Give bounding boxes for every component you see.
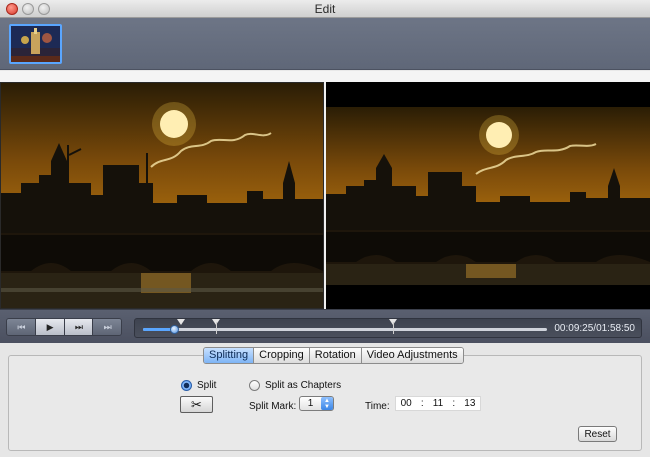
time-separator: : [452,398,456,409]
time-field[interactable]: 00 : 11 : 13 [395,396,481,411]
output-preview [326,82,650,309]
split-mark-select[interactable]: 1 ▲ ▼ [299,396,334,411]
timeline-scrubber[interactable]: 00:09:25/01:58:50 [134,318,642,338]
time-separator: : [420,398,424,409]
fast-forward-icon: ⏭ [74,321,83,332]
split-mark-line [393,322,395,334]
original-preview [0,82,324,309]
play-icon: ▶ [46,321,54,332]
reset-button[interactable]: Reset [578,426,617,442]
preview-area [0,82,650,309]
tab-splitting[interactable]: Splitting [204,348,255,363]
split-chapters-radio-option[interactable]: Split as Chapters [249,380,341,391]
strip-divider [0,71,650,82]
tab-cropping[interactable]: Cropping [254,348,310,363]
start-mark-icon[interactable] [177,316,186,325]
split-radio-button[interactable] [181,380,192,391]
scissors-icon: ✂ [191,396,202,412]
video-thumbnail[interactable] [9,24,62,64]
skip-back-button[interactable]: ⏮ [7,319,36,335]
window-title: Edit [314,2,336,16]
split-mark-label: Split Mark: [249,401,297,412]
title-bar: Edit [0,0,650,18]
tab-rotation[interactable]: Rotation [309,348,362,363]
skip-forward-button[interactable]: ⏭ [93,319,121,335]
playhead-knob[interactable] [170,325,180,334]
up-down-arrows-icon[interactable]: ▲ ▼ [321,397,333,410]
splitting-panel: Split Split as Chapters ✂ Split Mark: 1 … [8,355,642,451]
time-hours[interactable]: 00 [401,398,412,409]
tab-video-adjustments[interactable]: Video Adjustments [361,348,463,363]
edit-options-panel: Splitting Cropping Rotation Video Adjust… [0,343,650,457]
skip-back-icon: ⏮ [17,321,25,332]
split-radio-option[interactable]: Split [181,380,216,391]
split-chapters-radio-label: Split as Chapters [265,380,342,391]
split-chapters-radio-button[interactable] [249,380,260,391]
split-button[interactable]: ✂ [180,396,213,413]
split-radio-label: Split [197,380,217,391]
time-seconds[interactable]: 13 [464,398,475,409]
fast-forward-button[interactable]: ⏭ [64,319,94,335]
edit-tabs: Splitting Cropping Rotation Video Adjust… [203,347,464,364]
play-button[interactable]: ▶ [35,319,65,335]
timeline-track[interactable] [143,328,547,331]
skip-forward-icon: ⏭ [103,321,112,332]
time-label: Time: [365,401,390,412]
clip-thumbnail-strip [0,18,650,70]
split-mark-value: 1 [307,398,314,409]
transport-bar: ⏮ ▶ ⏭ ⏭ 00:09:25/01:58:50 [0,309,650,343]
timecode-readout: 00:09:25/01:58:50 [554,323,635,334]
split-mark-line [215,322,217,334]
playback-controls: ⏮ ▶ ⏭ ⏭ [6,318,122,336]
time-minutes[interactable]: 11 [433,398,443,409]
